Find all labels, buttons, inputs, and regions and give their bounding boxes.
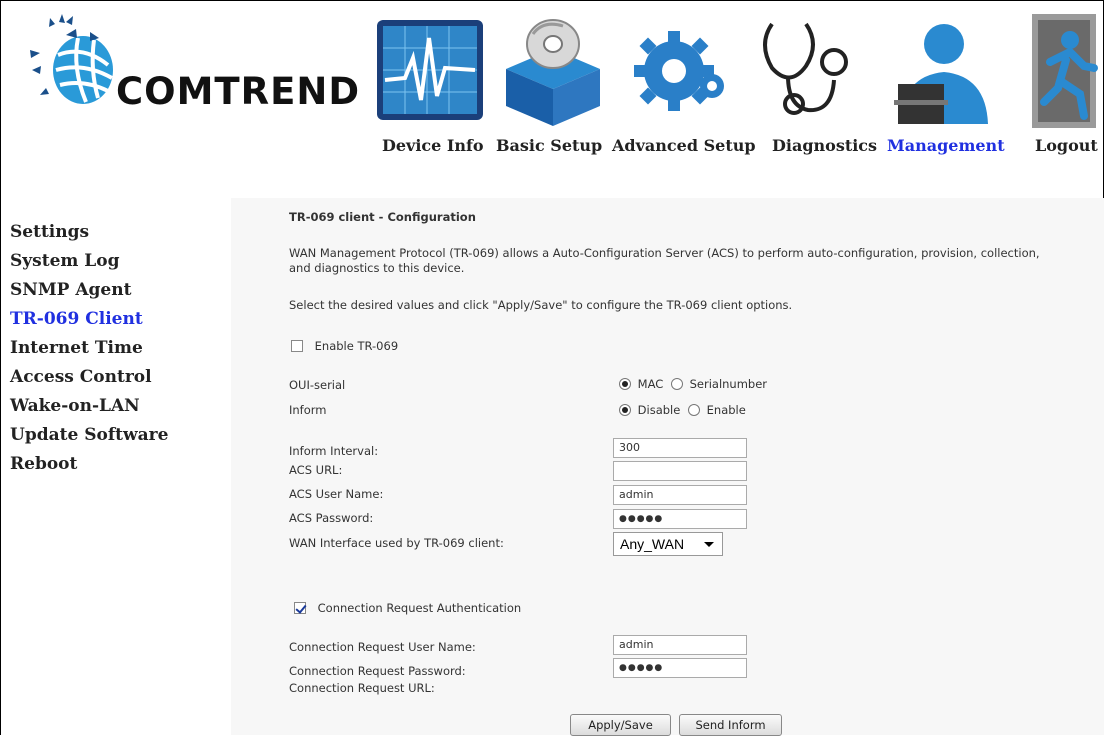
sidebar-menu: Settings System Log SNMP Agent TR-069 Cl… [10,218,230,479]
sidebar-item-snmp-agent[interactable]: SNMP Agent [10,276,230,305]
oui-serial-options: MAC Serialnumber [619,376,767,391]
sidebar-item-system-log[interactable]: System Log [10,247,230,276]
oui-serialnumber-label: Serialnumber [689,376,768,391]
monitor-graph-icon[interactable] [375,18,487,128]
apply-save-button[interactable]: Apply/Save [570,714,671,736]
inform-disable-label: Disable [637,402,681,417]
wan-interface-label: WAN Interface used by TR-069 client: [289,536,504,550]
acs-url-input[interactable] [613,461,747,481]
conn-password-input[interactable]: ●●●●● [613,658,747,678]
enable-tr069-row: Enable TR-069 [291,338,398,353]
conn-user-input[interactable]: admin [613,635,747,655]
gears-icon[interactable] [624,16,728,124]
content-panel: TR-069 client - Configuration WAN Manage… [231,198,1104,736]
conn-auth-checkbox[interactable] [294,601,306,614]
box-disc-icon[interactable] [498,14,608,129]
page-instruction: Select the desired values and click "App… [289,298,793,312]
wan-interface-select[interactable]: Any_WAN [613,532,723,556]
sidebar-item-tr069-client[interactable]: TR-069 Client [10,305,230,334]
conn-user-label: Connection Request User Name: [289,640,476,654]
inform-interval-input[interactable]: 300 [613,438,747,458]
user-laptop-icon[interactable] [880,16,992,128]
oui-serialnumber-radio[interactable] [670,377,683,390]
sidebar-item-update-software[interactable]: Update Software [10,421,230,450]
oui-mac-label: MAC [637,376,664,391]
page-title: TR-069 client - Configuration [289,210,476,224]
sidebar-item-settings[interactable]: Settings [10,218,230,247]
sidebar-item-access-control[interactable]: Access Control [10,363,230,392]
oui-mac-radio[interactable] [619,377,631,390]
nav-advanced-setup[interactable]: Advanced Setup [612,136,756,155]
inform-options: Disable Enable [619,402,746,417]
conn-auth-label: Connection Request Authentication [317,600,522,615]
wan-interface-value: Any_WAN [620,536,685,552]
inform-disable-radio[interactable] [619,403,631,416]
acs-url-label: ACS URL: [289,463,343,477]
conn-auth-row: Connection Request Authentication [294,600,521,615]
sidebar-item-internet-time[interactable]: Internet Time [10,334,230,363]
nav-diagnostics[interactable]: Diagnostics [772,136,877,155]
enable-tr069-checkbox[interactable] [291,339,303,352]
exit-runner-icon[interactable] [1028,12,1104,130]
inform-interval-label: Inform Interval: [289,444,379,458]
inform-label: Inform [289,403,327,417]
acs-password-label: ACS Password: [289,511,374,525]
conn-url-label: Connection Request URL: [289,681,435,695]
inform-enable-label: Enable [706,402,746,417]
logo-mark-icon [30,14,113,104]
inform-enable-radio[interactable] [687,403,700,416]
chevron-down-icon [704,542,714,547]
oui-serial-label: OUI-serial [289,378,346,392]
page-description: WAN Management Protocol (TR-069) allows … [289,246,1040,275]
brand-name: COMTREND [116,70,361,113]
sidebar-item-wake-on-lan[interactable]: Wake-on-LAN [10,392,230,421]
send-inform-button[interactable]: Send Inform [679,714,782,736]
conn-password-label: Connection Request Password: [289,664,466,678]
nav-management[interactable]: Management [887,136,1005,155]
acs-password-input[interactable]: ●●●●● [613,509,747,529]
enable-tr069-label: Enable TR-069 [314,338,399,353]
sidebar-item-reboot[interactable]: Reboot [10,450,230,479]
nav-basic-setup[interactable]: Basic Setup [496,136,602,155]
nav-device-info[interactable]: Device Info [382,136,484,155]
comtrend-logo: COMTREND [28,10,368,160]
acs-user-label: ACS User Name: [289,487,384,501]
acs-user-input[interactable]: admin [613,485,747,505]
nav-logout[interactable]: Logout [1035,136,1098,155]
stethoscope-icon[interactable] [752,16,852,128]
